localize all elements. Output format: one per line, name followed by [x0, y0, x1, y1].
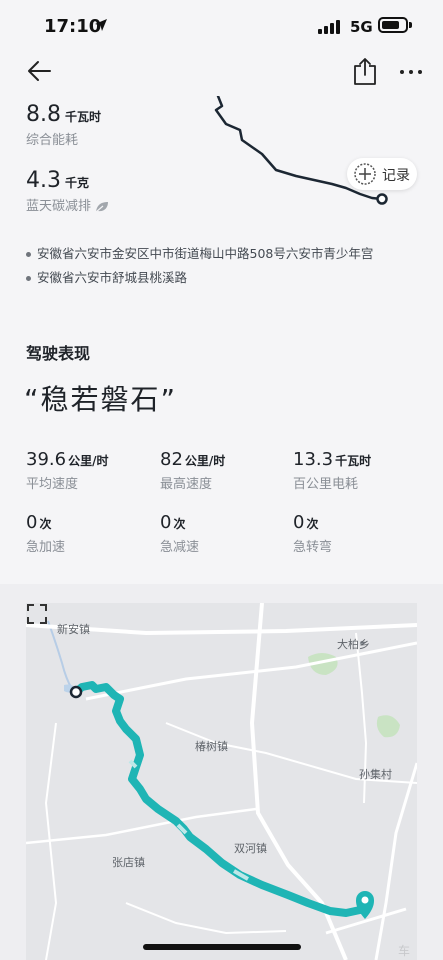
- more-icon[interactable]: [398, 59, 424, 85]
- trip-track-line: [214, 96, 388, 205]
- hard-accel-label: 急加速: [26, 540, 66, 555]
- place-label: 双河镇: [234, 842, 267, 855]
- start-address: 安徽省六安市金安区中市街道梅山中路508号六安市青少年宫: [26, 243, 373, 262]
- record-button[interactable]: 记录: [347, 158, 417, 190]
- back-arrow-icon[interactable]: [26, 58, 52, 84]
- add-circle-icon: [354, 163, 376, 185]
- carbon-value: 4.3 千克: [26, 168, 90, 193]
- share-icon[interactable]: [352, 56, 378, 86]
- carbon-unit: 千克: [65, 176, 90, 190]
- location-arrow-icon: [95, 19, 107, 31]
- hard-brake-label: 急减速: [160, 540, 200, 555]
- energy-label: 综合能耗: [26, 133, 79, 148]
- place-label: 孙集村: [359, 768, 392, 781]
- carbon-label: 蓝天碳减排: [26, 199, 92, 214]
- home-indicator[interactable]: [143, 944, 301, 950]
- sharp-turn-value: 0次: [293, 512, 319, 533]
- status-bar: 17:10 5G: [0, 0, 443, 52]
- leaf-icon: [95, 201, 109, 212]
- consumption-value: 13.3 千瓦时: [293, 449, 372, 470]
- energy-value: 8.8 千瓦时: [26, 102, 102, 127]
- max-speed-label: 最高速度: [160, 477, 213, 492]
- driving-section-title: 驾驶表现: [26, 344, 91, 363]
- nav-bar: [0, 52, 443, 96]
- place-label: 张店镇: [112, 856, 145, 869]
- avg-speed-label: 平均速度: [26, 477, 79, 492]
- consumption-label: 百公里电耗: [293, 477, 359, 492]
- place-label: 新安镇: [57, 623, 90, 636]
- sharp-turn-label: 急转弯: [293, 540, 333, 555]
- carbon-label-row: 蓝天碳减排: [26, 195, 109, 214]
- record-label: 记录: [382, 168, 410, 184]
- watermark: 车: [398, 944, 411, 958]
- fullscreen-icon[interactable]: [26, 603, 48, 625]
- status-time: 17:10: [44, 16, 102, 37]
- avg-speed-value: 39.6 公里/时: [26, 449, 109, 470]
- place-label: 椿树镇: [195, 740, 228, 753]
- route-map[interactable]: 新安镇 大柏乡 椿树镇 孙集村 双河镇 张店镇: [26, 603, 417, 960]
- network-type: 5G: [350, 18, 373, 36]
- energy-unit: 千瓦时: [65, 110, 102, 124]
- battery-icon: [378, 17, 412, 33]
- driving-rating-quote: “稳若磐石”: [24, 383, 178, 416]
- place-label: 大柏乡: [337, 638, 370, 651]
- end-address: 安徽省六安市舒城县桃溪路: [26, 267, 187, 286]
- hard-accel-value: 0次: [26, 512, 52, 533]
- signal-icon: [318, 20, 340, 34]
- max-speed-value: 82 公里/时: [160, 449, 226, 470]
- hard-brake-value: 0次: [160, 512, 186, 533]
